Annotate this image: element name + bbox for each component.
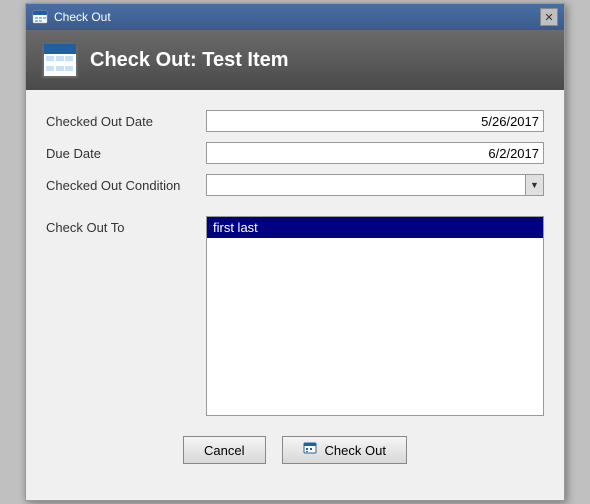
close-button[interactable]: ✕ — [540, 8, 558, 26]
condition-dropdown-btn[interactable]: ▼ — [525, 175, 543, 195]
title-bar: Check Out ✕ — [26, 4, 564, 30]
list-item[interactable]: first last — [207, 217, 543, 238]
checkout-label: Check Out — [325, 443, 386, 458]
calendar-icon — [42, 42, 78, 78]
window-icon — [32, 9, 48, 25]
checked-out-date-row: Checked Out Date — [46, 110, 544, 132]
dialog-title: Check Out: Test Item — [90, 49, 289, 72]
due-date-row: Due Date — [46, 142, 544, 164]
checkout-btn-icon — [303, 441, 319, 460]
checked-out-date-input[interactable] — [206, 110, 544, 132]
button-row: Cancel Check Out — [46, 426, 544, 480]
checkout-button[interactable]: Check Out — [282, 436, 407, 464]
checked-out-date-label: Checked Out Date — [46, 114, 206, 129]
checkout-to-label: Check Out To — [46, 216, 206, 235]
checked-out-condition-row: Checked Out Condition ▼ — [46, 174, 544, 196]
condition-input[interactable] — [207, 175, 525, 195]
condition-select-wrapper: ▼ — [206, 174, 544, 196]
title-bar-text: Check Out — [54, 10, 111, 24]
title-bar-left: Check Out — [32, 9, 111, 25]
form-content: Checked Out Date Due Date Checked Out Co… — [26, 90, 564, 500]
cancel-label: Cancel — [204, 443, 244, 458]
due-date-input[interactable] — [206, 142, 544, 164]
checkout-to-row: Check Out To first last — [46, 216, 544, 416]
header-bar: Check Out: Test Item — [26, 30, 564, 90]
checked-out-condition-label: Checked Out Condition — [46, 178, 206, 193]
checkout-to-list[interactable]: first last — [206, 216, 544, 416]
cancel-button[interactable]: Cancel — [183, 436, 265, 464]
check-out-window: Check Out ✕ Check Out: Test Item Checked… — [25, 3, 565, 501]
due-date-label: Due Date — [46, 146, 206, 161]
